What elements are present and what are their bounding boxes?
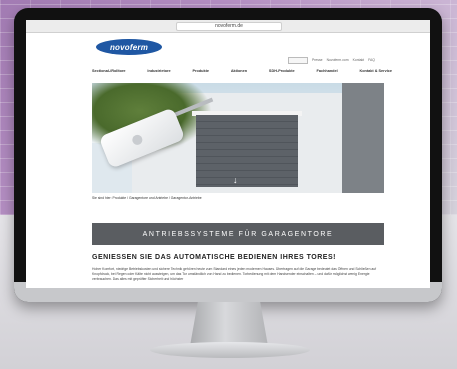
util-link-presse[interactable]: Presse — [312, 58, 323, 62]
hero-house-facade — [342, 83, 384, 193]
util-link-kontakt[interactable]: Kontakt — [353, 58, 365, 62]
nav-item-sectional-rolltore[interactable]: Sectional-/Rolltore — [92, 69, 126, 76]
opener-button — [130, 133, 144, 147]
nav-item-fachhandel[interactable]: Fachhandel — [317, 69, 338, 76]
monitor-stand-base — [150, 342, 310, 358]
logo-text: novoferm — [109, 42, 149, 52]
nav-item-industrietore[interactable]: Industrietore — [147, 69, 170, 76]
section-banner: ANTRIEBSSYSTEME FÜR GARAGENTORE — [92, 223, 384, 245]
nav-item-sdh-produkte[interactable]: SDH-Produkte — [269, 69, 295, 76]
banner-text: ANTRIEBSSYSTEME FÜR GARAGENTORE — [142, 230, 334, 238]
section-body: Hoher Komfort, niedrige Betriebskosten u… — [92, 267, 377, 281]
hero-image: ↓ — [92, 83, 384, 193]
novoferm-logo[interactable]: novoferm — [96, 39, 162, 55]
util-link-faq[interactable]: FAQ — [368, 58, 375, 62]
monitor-stand-neck — [190, 302, 268, 346]
nav-item-kontakt-service[interactable]: Kontakt & Service — [360, 69, 393, 76]
nav-item-aktionen[interactable]: Aktionen — [231, 69, 247, 76]
hero-garage-door — [196, 115, 298, 187]
breadcrumb: Sie sind hier: Produkte / Garagentore un… — [92, 196, 202, 200]
screen: novoferm.de novoferm Presse Novoferm.com… — [26, 20, 430, 288]
arrow-down-icon[interactable]: ↓ — [233, 176, 238, 185]
section-title: GENIESSEN SIE DAS AUTOMATISCHE BEDIENEN … — [92, 254, 336, 261]
main-nav: Sectional-/Rolltore Industrietore Produk… — [92, 69, 392, 76]
utility-nav: Presse Novoferm.com Kontakt FAQ — [288, 56, 418, 64]
search-input[interactable] — [288, 56, 308, 64]
nav-item-produkte[interactable]: Produkte — [192, 69, 208, 76]
address-bar[interactable]: novoferm.de — [176, 22, 282, 31]
browser-toolbar: novoferm.de — [26, 20, 430, 33]
util-link-novoferm-com[interactable]: Novoferm.com — [327, 58, 349, 62]
